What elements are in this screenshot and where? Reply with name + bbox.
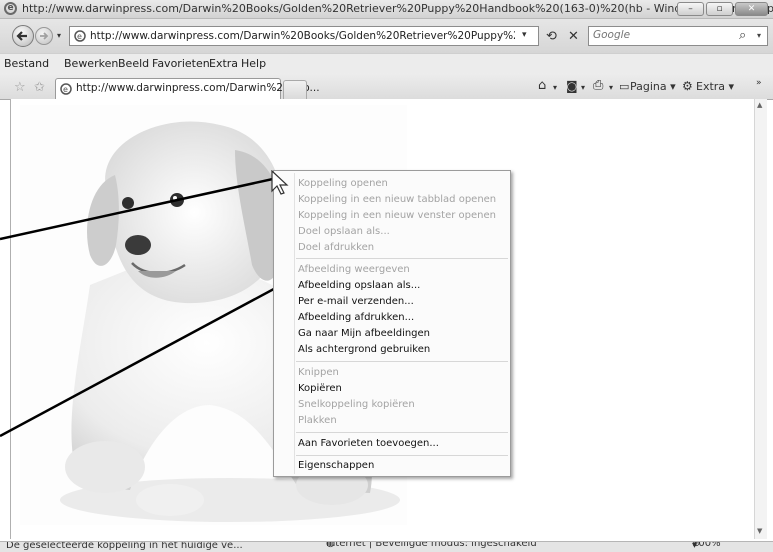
zoom-control[interactable]: ⊕ 100% ▾ xyxy=(692,542,721,551)
menu-separator xyxy=(296,455,508,456)
menu-item-my-pictures[interactable]: Ga naar Mijn afbeeldingen xyxy=(298,328,430,339)
menu-item-print-picture[interactable]: Afbeelding afdrukken... xyxy=(298,312,414,323)
menu-item-copy-shortcut[interactable]: Snelkoppeling kopiëren xyxy=(298,399,415,410)
menu-item-properties[interactable]: Eigenschappen xyxy=(298,460,374,471)
security-zone-label: Internet | Beveiligde modus: ingeschakel… xyxy=(326,541,537,549)
status-bar: De geselecteerde koppeling in het huidig… xyxy=(0,541,773,552)
menu-separator xyxy=(296,432,508,433)
menu-item-open-link-new-window[interactable]: Koppeling in een nieuw venster openen xyxy=(298,210,496,221)
menu-item-cut[interactable]: Knippen xyxy=(298,367,339,378)
menu-item-set-background[interactable]: Als achtergrond gebruiken xyxy=(298,344,430,355)
menu-item-save-picture[interactable]: Afbeelding opslaan als... xyxy=(298,280,420,291)
menu-item-email-picture[interactable]: Per e-mail verzenden... xyxy=(298,296,414,307)
menu-item-add-favorites[interactable]: Aan Favorieten toevoegen... xyxy=(298,438,439,449)
mouse-cursor-icon xyxy=(271,170,289,195)
menu-item-paste[interactable]: Plakken xyxy=(298,415,337,426)
zoom-level: 100% xyxy=(692,541,721,549)
menu-item-save-target[interactable]: Doel opslaan als... xyxy=(298,226,390,237)
menu-item-open-link[interactable]: Koppeling openen xyxy=(298,178,388,189)
vertical-scrollbar[interactable]: ▲ ▼ xyxy=(754,99,767,539)
callout-line-link xyxy=(0,175,283,241)
menu-item-show-picture[interactable]: Afbeelding weergeven xyxy=(298,264,410,275)
menu-item-open-link-new-tab[interactable]: Koppeling in een nieuw tabblad openen xyxy=(298,194,496,205)
scroll-down-icon[interactable]: ▼ xyxy=(757,527,762,535)
context-menu: Koppeling openen Koppeling in een nieuw … xyxy=(273,170,511,477)
scroll-up-icon[interactable]: ▲ xyxy=(757,101,762,109)
context-menu-gutter xyxy=(294,173,295,474)
menu-item-copy[interactable]: Kopiëren xyxy=(298,383,342,394)
menu-item-print-target[interactable]: Doel afdrukken xyxy=(298,242,374,253)
menu-separator xyxy=(296,361,508,362)
callout-line-image xyxy=(0,281,286,438)
status-text: De geselecteerde koppeling in het huidig… xyxy=(6,541,243,551)
menu-separator xyxy=(296,258,508,259)
